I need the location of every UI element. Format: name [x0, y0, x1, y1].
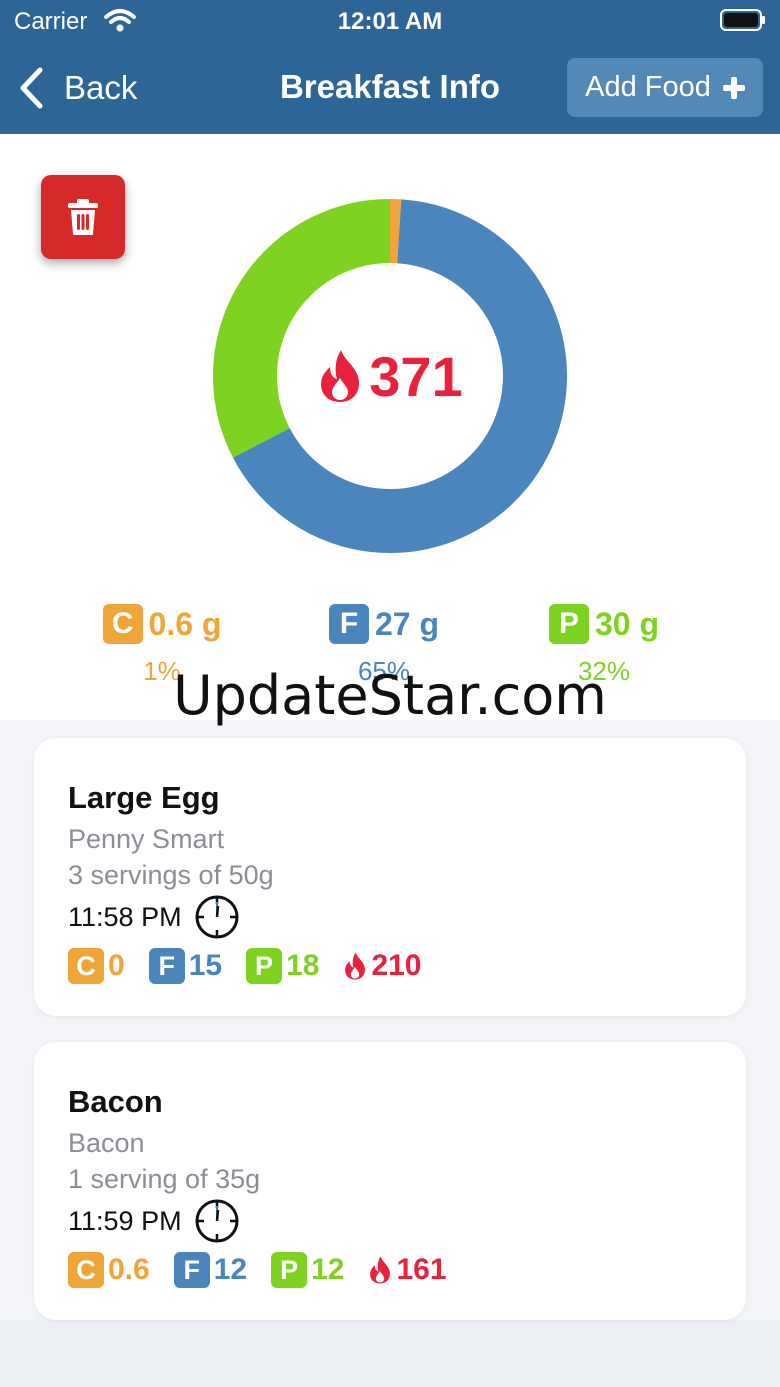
- food-card-bacon[interactable]: Bacon Bacon 1 serving of 35g 11:59 PM C …: [34, 1042, 746, 1320]
- flame-icon: [321, 350, 360, 402]
- clock-icon: [195, 1199, 239, 1243]
- food-carbs: 0: [108, 949, 125, 982]
- food-protein: 18: [286, 949, 320, 982]
- food-protein: 12: [311, 1253, 345, 1286]
- delete-meal-button[interactable]: [41, 175, 125, 259]
- add-food-button[interactable]: Add Food: [567, 58, 763, 117]
- calorie-total: 371: [369, 344, 463, 408]
- fat-badge: F: [148, 948, 185, 984]
- trash-icon: [68, 199, 98, 235]
- calorie-total-display: 371: [213, 199, 567, 553]
- plus-icon: [722, 76, 745, 99]
- carbs-amount: 0.6 g: [148, 605, 222, 642]
- food-time: 11:59 PM: [68, 1205, 182, 1236]
- status-bar: Carrier 12:01 AM: [0, 0, 780, 44]
- clock-icon: [195, 895, 239, 939]
- food-brand: Penny Smart: [68, 824, 225, 854]
- food-carbs: 0.6: [108, 1253, 150, 1286]
- food-serving: 3 servings of 50g: [68, 860, 274, 890]
- fat-amount: 27 g: [374, 605, 440, 642]
- food-calories: 161: [396, 1253, 447, 1286]
- food-calories: 210: [371, 949, 422, 982]
- protein-amount: 30 g: [594, 605, 660, 642]
- food-list: Large Egg Penny Smart 3 servings of 50g …: [0, 720, 780, 1320]
- clock-time: 12:01 AM: [337, 8, 443, 35]
- food-name: Bacon: [68, 1084, 163, 1119]
- carbs-badge: C: [68, 948, 104, 984]
- food-card-large-egg[interactable]: Large Egg Penny Smart 3 servings of 50g …: [34, 738, 746, 1016]
- nav-header: Carrier 12:01 AM Back Breakfast Info Add…: [0, 0, 780, 134]
- flame-icon: [370, 1256, 391, 1284]
- food-name: Large Egg: [68, 780, 220, 815]
- food-serving: 1 serving of 35g: [68, 1164, 261, 1194]
- navigation-bar: Back Breakfast Info Add Food: [0, 56, 780, 120]
- fat-badge: F: [328, 604, 369, 644]
- flame-icon: [345, 952, 366, 980]
- food-time: 11:58 PM: [68, 901, 182, 932]
- battery-icon: [720, 9, 765, 31]
- protein-badge: P: [271, 1252, 308, 1288]
- meal-summary: 371 C 0.6 g 1% F 27 g 65% P 30 g 32%: [0, 134, 780, 720]
- carbs-badge: C: [102, 604, 143, 644]
- food-time-row: 11:59 PM: [68, 1198, 240, 1244]
- watermark-text: UpdateStar.com: [173, 664, 607, 727]
- food-brand: Bacon: [68, 1128, 145, 1158]
- protein-badge: P: [548, 604, 589, 644]
- add-food-label: Add Food: [585, 71, 711, 103]
- carbs-badge: C: [68, 1252, 104, 1288]
- protein-badge: P: [246, 948, 283, 984]
- food-fat: 15: [188, 949, 223, 982]
- food-macros: C 0.6 F 12 P 12 161: [68, 1252, 471, 1288]
- food-time-row: 11:58 PM: [68, 894, 240, 940]
- food-fat: 12: [213, 1253, 248, 1286]
- food-macros: C 0 F 15 P 18 210: [68, 948, 446, 984]
- fat-badge: F: [173, 1252, 210, 1288]
